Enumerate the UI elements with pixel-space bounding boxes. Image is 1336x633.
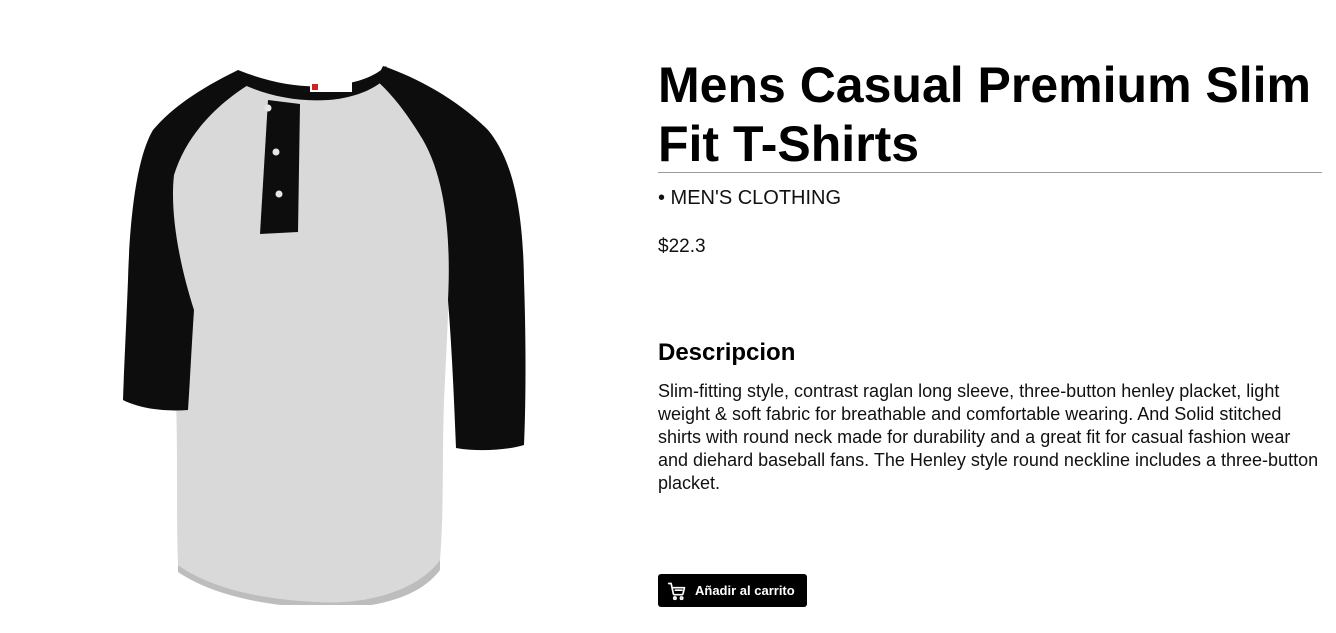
- product-title: Mens Casual Premium Slim Fit T-Shirts: [658, 57, 1312, 172]
- cart-icon: [667, 581, 687, 601]
- product-price: $22.3: [658, 236, 706, 257]
- product-detail-page: Mens Casual Premium Slim Fit T-Shirts • …: [0, 0, 1336, 633]
- add-to-cart-label: Añadir al carrito: [695, 583, 795, 598]
- product-category: • MEN'S CLOTHING: [658, 187, 842, 209]
- product-image: [118, 60, 533, 609]
- description-heading: Descripcion: [658, 339, 796, 366]
- shirt-image: [123, 66, 526, 609]
- description-text: Slim-fitting style, contrast raglan long…: [658, 381, 1319, 493]
- title-divider: [658, 172, 1322, 173]
- add-to-cart-button[interactable]: Añadir al carrito: [658, 574, 807, 607]
